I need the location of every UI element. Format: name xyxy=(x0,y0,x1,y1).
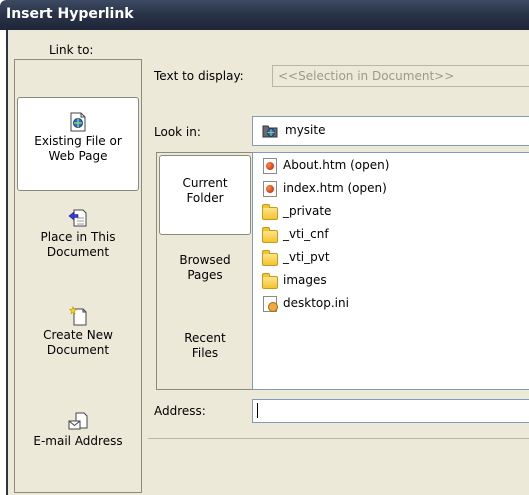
text-to-display-value: <<Selection in Document>> xyxy=(278,69,455,83)
current-folder-line2: Folder xyxy=(186,191,224,205)
folder-icon xyxy=(261,272,278,289)
link-to-place-in-document[interactable]: Place in This Document xyxy=(15,208,141,278)
address-field[interactable] xyxy=(252,399,529,423)
list-item-name: _vti_cnf xyxy=(283,227,329,241)
list-item[interactable]: _private xyxy=(261,201,331,221)
browse-tabs: Current Folder Browsed Pages Recent File… xyxy=(156,152,253,390)
file-list[interactable]: About.htm (open) index.htm (open) _priva… xyxy=(252,152,529,390)
text-to-display-label: Text to display: xyxy=(154,69,244,83)
look-in-dropdown[interactable]: mysite xyxy=(252,116,529,146)
link-to-create-new-document[interactable]: Create New Document xyxy=(15,306,141,376)
text-cursor xyxy=(257,403,258,418)
html-file-icon xyxy=(261,180,277,197)
title-bar[interactable]: Insert Hyperlink xyxy=(0,0,529,30)
list-item[interactable]: images xyxy=(261,270,327,290)
list-item-name: _private xyxy=(283,204,332,218)
existing-file-icon xyxy=(70,112,86,132)
web-folder-icon xyxy=(262,125,278,138)
list-item[interactable]: _vti_pvt xyxy=(261,247,330,267)
list-item-name: desktop.ini xyxy=(283,296,349,310)
create-new-document-icon xyxy=(68,306,87,326)
link-to-existing-file[interactable]: Existing File or Web Page xyxy=(17,97,139,191)
current-folder-tab[interactable]: Current Folder xyxy=(159,155,251,235)
list-item-name: _vti_pvt xyxy=(283,250,330,264)
browsed-pages-tab[interactable]: Browsed Pages xyxy=(157,253,253,293)
browsed-pages-line2: Pages xyxy=(187,268,223,282)
list-item-name: index.htm (open) xyxy=(283,181,387,195)
link-to-existing-file-line1: Existing File or xyxy=(34,134,122,148)
address-label: Address: xyxy=(154,404,206,418)
ini-file-icon xyxy=(261,295,278,312)
email-address-icon xyxy=(68,412,88,430)
list-item-name: About.htm (open) xyxy=(283,158,390,172)
link-to-panel: Existing File or Web Page Place in This … xyxy=(14,59,142,493)
text-to-display-field[interactable]: <<Selection in Document>> xyxy=(272,65,529,87)
list-item[interactable]: _vti_cnf xyxy=(261,224,329,244)
list-item-name: images xyxy=(283,273,327,287)
list-item[interactable]: index.htm (open) xyxy=(261,178,387,198)
link-to-existing-file-line2: Web Page xyxy=(48,149,108,163)
browsed-pages-line1: Browsed xyxy=(179,253,231,267)
link-to-create-new-document-line2: Document xyxy=(46,343,110,357)
link-to-place-in-document-line1: Place in This xyxy=(40,230,116,244)
recent-files-line2: Files xyxy=(191,346,219,360)
list-item[interactable]: About.htm (open) xyxy=(261,155,389,175)
link-to-place-in-document-line2: Document xyxy=(46,245,110,259)
divider xyxy=(148,438,529,439)
insert-hyperlink-dialog: Insert Hyperlink Link to: Existing File … xyxy=(0,0,529,495)
folder-icon xyxy=(261,226,278,243)
recent-files-tab[interactable]: Recent Files xyxy=(157,331,253,371)
dialog-title: Insert Hyperlink xyxy=(6,6,134,22)
look-in-value: mysite xyxy=(285,123,326,137)
link-to-label: Link to: xyxy=(49,43,94,57)
link-to-email-address-label: E-mail Address xyxy=(33,434,123,448)
html-file-icon xyxy=(261,157,277,174)
link-to-email-address[interactable]: E-mail Address xyxy=(15,412,141,472)
recent-files-line1: Recent xyxy=(184,331,226,345)
folder-icon xyxy=(261,203,278,220)
look-in-label: Look in: xyxy=(154,125,201,139)
link-to-create-new-document-line1: Create New xyxy=(43,328,113,342)
folder-icon xyxy=(261,249,278,266)
current-folder-line1: Current xyxy=(182,176,228,190)
place-in-document-icon xyxy=(68,209,87,227)
list-item[interactable]: desktop.ini xyxy=(261,293,349,313)
